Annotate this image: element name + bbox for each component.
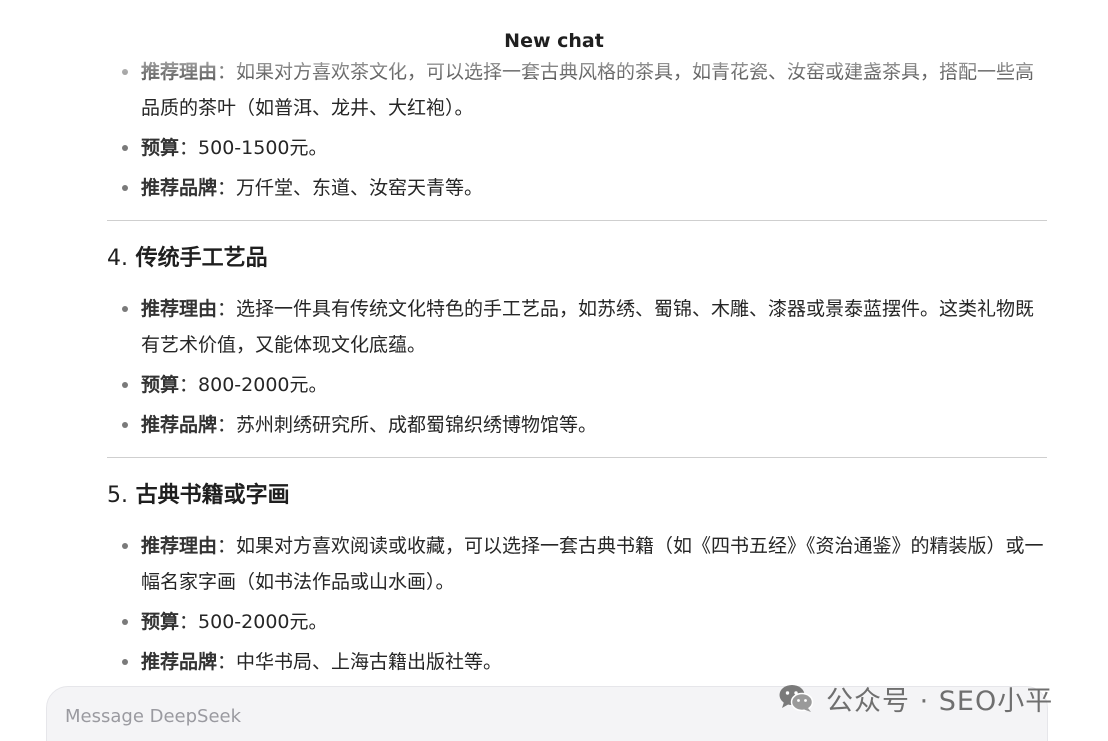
list-item: 推荐品牌：苏州刺绣研究所、成都蜀锦织绣博物馆等。 (122, 407, 1047, 443)
bullet-list: 推荐理由：如果对方喜欢阅读或收藏，可以选择一套古典书籍（如《四书五经》《资治通鉴… (107, 528, 1047, 680)
chat-title: New chat (504, 30, 604, 52)
list-item: 推荐理由：选择一件具有传统文化特色的手工艺品，如苏绣、蜀锦、木雕、漆器或景泰蓝摆… (122, 291, 1047, 363)
watermark-text: 公众号 · SEO小平 (826, 685, 1054, 717)
item-text: 500-1500元。 (198, 137, 328, 159)
item-text: 如果对方喜欢阅读或收藏，可以选择一套古典书籍（如《四书五经》《资治通鉴》的精装版… (141, 535, 1044, 593)
item-text: 中华书局、上海古籍出版社等。 (236, 651, 503, 673)
section-divider (107, 457, 1047, 458)
item-label: 推荐理由 (141, 298, 218, 320)
bullet-list: 推荐理由：如果对方喜欢茶文化，可以选择一套古典风格的茶具，如青花瓷、汝窑或建盏茶… (107, 54, 1047, 206)
item-label: 推荐理由 (141, 61, 218, 83)
item-label: 预算 (141, 374, 180, 396)
wechat-icon (779, 685, 814, 712)
item-text: 苏州刺绣研究所、成都蜀锦织绣博物馆等。 (236, 414, 598, 436)
list-item: 推荐品牌：中华书局、上海古籍出版社等。 (122, 644, 1047, 680)
list-item: 推荐理由：如果对方喜欢阅读或收藏，可以选择一套古典书籍（如《四书五经》《资治通鉴… (122, 528, 1047, 600)
bullet-list: 推荐理由：选择一件具有传统文化特色的手工艺品，如苏绣、蜀锦、木雕、漆器或景泰蓝摆… (107, 291, 1047, 443)
item-label: 推荐品牌 (141, 651, 218, 673)
section-heading: 4. 传统手工艺品 (107, 246, 268, 271)
item-label: 推荐理由 (141, 535, 218, 557)
item-text: 如果对方喜欢茶文化，可以选择一套古典风格的茶具，如青花瓷、汝窑或建盏茶具，搭配一… (141, 61, 1035, 119)
item-label: 推荐品牌 (141, 414, 218, 436)
chat-page: New chat 推荐理由：如果对方喜欢茶文化，可以选择一套古典风格的茶具，如青… (0, 0, 1108, 741)
list-item: 预算：800-2000元。 (122, 367, 1047, 403)
item-text: 选择一件具有传统文化特色的手工艺品，如苏绣、蜀锦、木雕、漆器或景泰蓝摆件。这类礼… (141, 298, 1035, 356)
item-label: 预算 (141, 611, 180, 633)
item-text: 500-2000元。 (198, 611, 328, 633)
message-content: 推荐理由：如果对方喜欢茶文化，可以选择一套古典风格的茶具，如青花瓷、汝窑或建盏茶… (107, 54, 1047, 684)
list-item: 推荐理由：如果对方喜欢茶文化，可以选择一套古典风格的茶具，如青花瓷、汝窑或建盏茶… (122, 54, 1047, 126)
item-label: 预算 (141, 137, 180, 159)
item-text: 800-2000元。 (198, 374, 328, 396)
watermark: 公众号 · SEO小平 (778, 676, 1053, 720)
item-label: 推荐品牌 (141, 177, 218, 199)
item-text: 万仟堂、东道、汝窑天青等。 (236, 177, 484, 199)
section-divider (107, 220, 1047, 221)
message-input[interactable] (65, 701, 765, 731)
section-heading: 5. 古典书籍或字画 (107, 483, 290, 508)
list-item: 预算：500-2000元。 (122, 604, 1047, 640)
list-item: 预算：500-1500元。 (122, 130, 1047, 166)
list-item: 推荐品牌：万仟堂、东道、汝窑天青等。 (122, 170, 1047, 206)
